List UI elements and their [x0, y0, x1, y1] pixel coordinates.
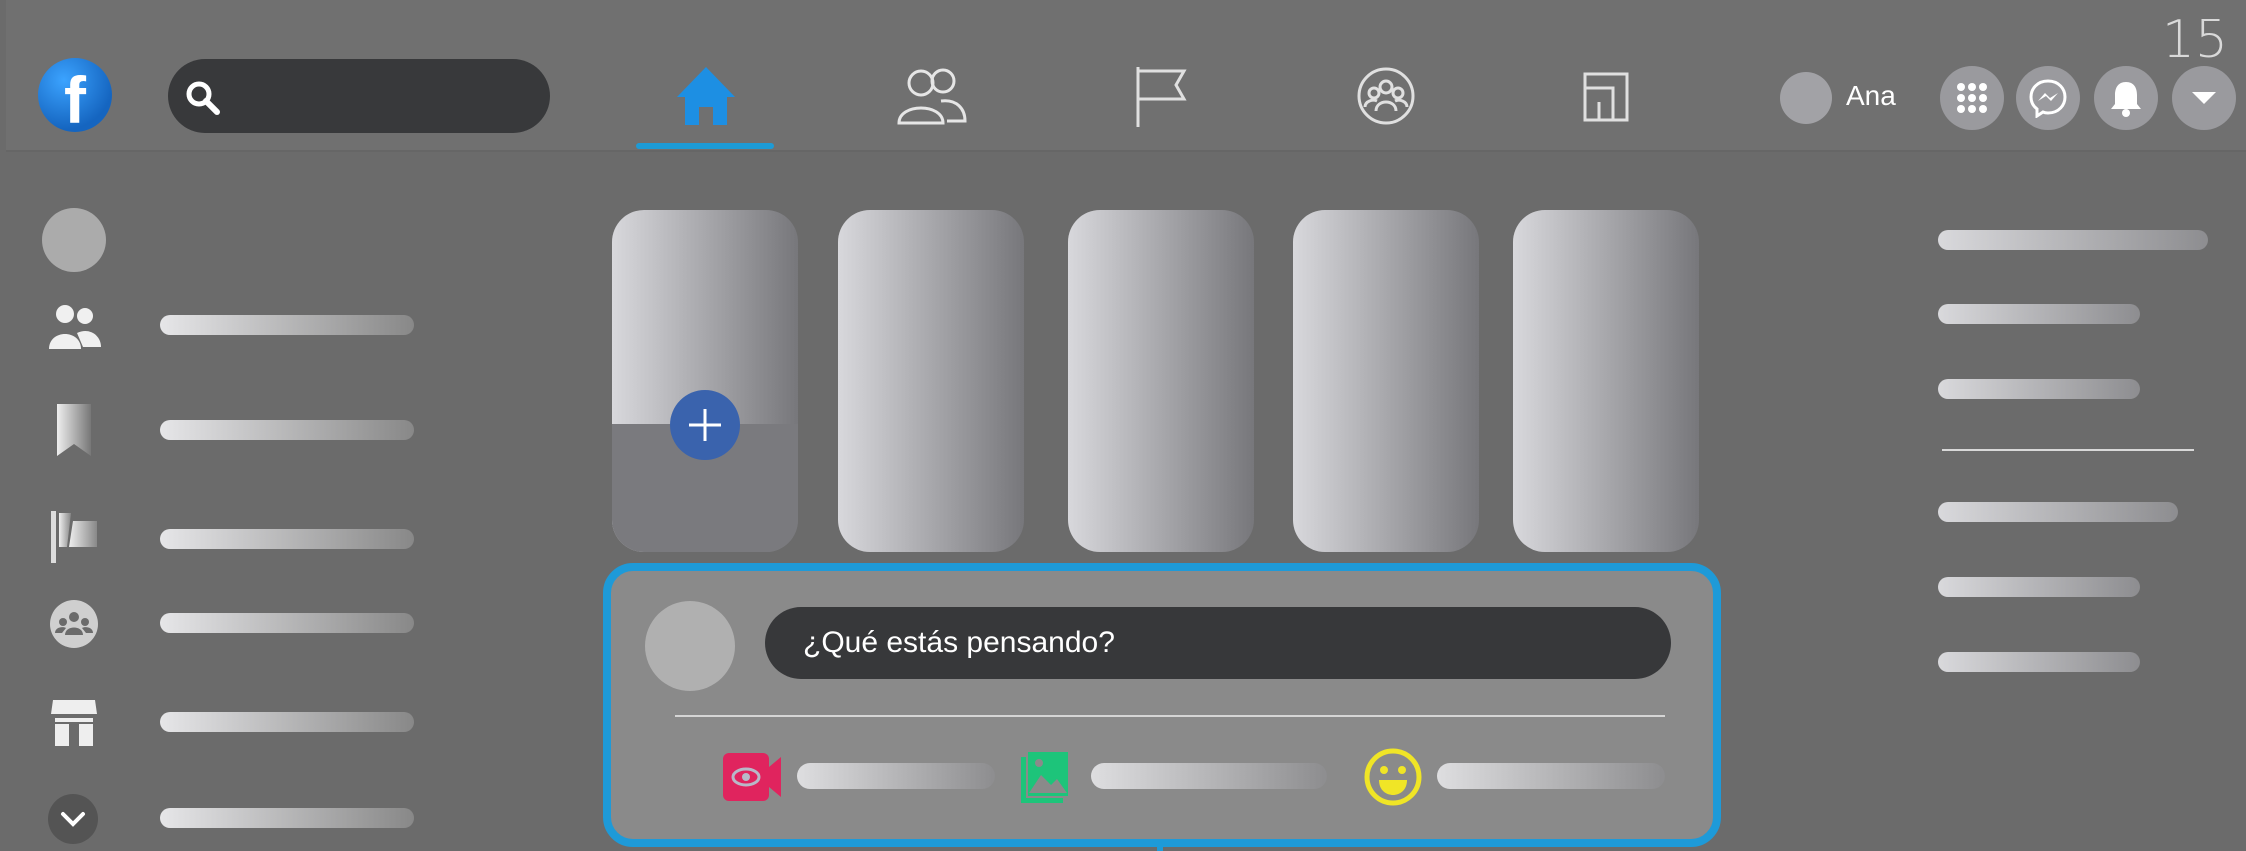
sidebar-saved-item[interactable]: [46, 402, 102, 458]
user-avatar[interactable]: [1780, 72, 1832, 124]
sidebar-profile-avatar[interactable]: [42, 208, 106, 272]
composer-divider: [675, 715, 1665, 717]
marketplace-icon: [51, 700, 97, 746]
sidebar-friends-item[interactable]: [46, 298, 102, 354]
user-name[interactable]: Ana: [1846, 80, 1896, 112]
sidebar-item-label: [160, 808, 414, 828]
nav-home[interactable]: [666, 60, 746, 132]
notifications-button[interactable]: [2094, 66, 2158, 130]
contact-item[interactable]: [1938, 230, 2208, 250]
live-video-label: [797, 763, 995, 789]
caret-down-icon: [2192, 92, 2216, 104]
nav-gaming[interactable]: [1566, 60, 1646, 132]
composer-input[interactable]: ¿Qué estás pensando?: [765, 607, 1671, 679]
home-icon: [677, 67, 735, 125]
story-card[interactable]: [1068, 210, 1254, 552]
contact-item[interactable]: [1938, 502, 2178, 522]
sidebar-marketplace-item[interactable]: [46, 694, 102, 750]
story-card[interactable]: [1293, 210, 1479, 552]
sidebar-item-label: [160, 712, 414, 732]
sidebar-item-label: [160, 315, 414, 335]
sidebar-item-label: [160, 420, 414, 440]
messenger-icon: [2029, 79, 2067, 118]
contact-item[interactable]: [1938, 379, 2140, 399]
add-story-button[interactable]: [670, 390, 740, 460]
sidebar-pages-item[interactable]: [46, 508, 102, 564]
post-composer: ¿Qué estás pensando?: [603, 563, 1721, 847]
groups-icon: [1357, 67, 1415, 125]
menu-grid-icon: [1957, 83, 1987, 113]
nav-groups[interactable]: [1346, 60, 1426, 132]
active-tab-indicator: [636, 143, 774, 149]
plus-icon: [689, 409, 721, 441]
search-bar[interactable]: [168, 59, 550, 133]
story-card[interactable]: [838, 210, 1024, 552]
contact-item[interactable]: [1938, 304, 2140, 324]
facebook-logo[interactable]: f: [38, 58, 112, 132]
composer-connector: [1157, 840, 1163, 851]
composer-avatar: [645, 601, 735, 691]
search-icon: [184, 79, 222, 122]
feeling-label: [1437, 763, 1665, 789]
sidebar-item-label: [160, 529, 414, 549]
chevron-down-icon: [61, 812, 85, 827]
feeling-icon[interactable]: [1363, 747, 1423, 812]
contact-item[interactable]: [1938, 652, 2140, 672]
step-number: 15: [2161, 10, 2228, 70]
photo-icon[interactable]: [1019, 749, 1071, 810]
contact-item[interactable]: [1938, 577, 2140, 597]
nav-pages[interactable]: [1122, 60, 1202, 132]
bookmark-icon: [57, 404, 91, 456]
story-card-create[interactable]: [612, 210, 798, 552]
photo-label: [1091, 763, 1327, 789]
sidebar-groups-item[interactable]: [46, 596, 102, 652]
account-menu-button[interactable]: [2172, 66, 2236, 130]
groups-icon: [50, 600, 98, 648]
friends-icon: [49, 305, 101, 349]
story-card[interactable]: [1513, 210, 1699, 552]
friends-icon: [897, 68, 967, 125]
messenger-button[interactable]: [2016, 66, 2080, 130]
menu-button[interactable]: [1940, 66, 2004, 130]
flag-icon: [1136, 67, 1187, 127]
bell-icon: [2111, 82, 2141, 117]
sidebar-item-label: [160, 613, 414, 633]
contacts-divider: [1942, 449, 2194, 451]
live-video-icon[interactable]: [723, 751, 783, 808]
sidebar-see-more-button[interactable]: [48, 794, 98, 844]
flag-icon: [51, 511, 97, 563]
gaming-icon: [1583, 72, 1629, 122]
nav-friends[interactable]: [892, 60, 972, 132]
